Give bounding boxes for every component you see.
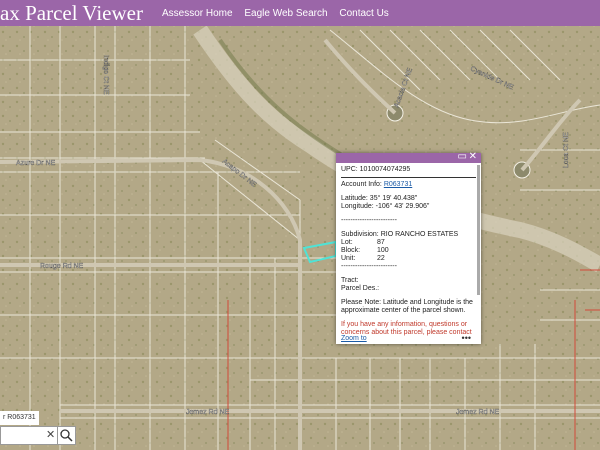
nav-eagle-web-search[interactable]: Eagle Web Search: [244, 8, 327, 19]
search-input[interactable]: ✕: [0, 426, 58, 445]
account-label: Account Info:: [341, 181, 382, 188]
more-options-icon[interactable]: •••: [462, 333, 471, 343]
top-nav: Assessor Home Eagle Web Search Contact U…: [162, 8, 398, 19]
search-icon: [60, 429, 73, 442]
street-label-azure: Azure Dr NE: [16, 160, 56, 167]
search-button[interactable]: [57, 426, 76, 445]
tract-text: Tract:: [341, 277, 359, 284]
account-info: Account Info: R063731: [341, 181, 476, 189]
block-row: Block: 100: [341, 247, 389, 254]
unit-row: Unit: 22: [341, 255, 385, 262]
app-header: ax Parcel Viewer Assessor Home Eagle Web…: [0, 0, 600, 26]
aerial-map[interactable]: Azure Dr NE Rouge Rd NE Jemez Rd NE Jeme…: [0, 0, 600, 450]
lat-long-note: Please Note: Latitude and Longitude is t…: [341, 299, 473, 314]
parcel-des-text: Parcel Des.:: [341, 285, 380, 292]
parcel-popup: ▭ ✕ UPC: 1010074074295 Account Info: R06…: [336, 151, 481, 344]
lot-row: Lot: 87: [341, 239, 385, 246]
nav-contact-us[interactable]: Contact Us: [339, 8, 388, 19]
separator-text: ------------------------: [341, 217, 397, 224]
popup-scrollbar[interactable]: [477, 165, 480, 295]
maximize-icon[interactable]: ▭: [458, 151, 467, 163]
street-label-jemez-left: Jemez Rd NE: [186, 409, 230, 416]
account-link[interactable]: R063731: [384, 181, 412, 188]
clear-search-icon[interactable]: ✕: [46, 428, 55, 441]
longitude-text: Longitude: -106° 43' 29.906": [341, 203, 430, 210]
latitude-text: Latitude: 35° 19' 40.438": [341, 195, 418, 202]
street-label-jemez-right: Jemez Rd NE: [456, 409, 500, 416]
nav-assessor-home[interactable]: Assessor Home: [162, 8, 233, 19]
zoom-to-link[interactable]: Zoom to: [341, 335, 367, 342]
separator-text-2: ------------------------: [341, 263, 397, 270]
lot-value: 87: [377, 239, 385, 246]
street-label-rouge: Rouge Rd NE: [40, 263, 84, 270]
block-value: 100: [377, 247, 389, 254]
popup-content: UPC: 1010074074295 Account Info: R063731…: [336, 163, 481, 337]
upc-text: UPC: 1010074074295: [341, 166, 411, 173]
unit-value: 22: [377, 255, 385, 262]
divider: [341, 177, 476, 178]
close-icon[interactable]: ✕: [469, 151, 477, 163]
street-label-loca: Loca Ct NE: [563, 132, 570, 168]
popup-titlebar: ▭ ✕: [336, 151, 481, 163]
app-title: ax Parcel Viewer: [0, 1, 143, 25]
search-result-label[interactable]: r R063731: [0, 411, 39, 425]
subdivision-text: Subdivision: RIO RANCHO ESTATES: [341, 231, 459, 238]
street-label-indigo: Indigo Ct NE: [102, 55, 109, 95]
